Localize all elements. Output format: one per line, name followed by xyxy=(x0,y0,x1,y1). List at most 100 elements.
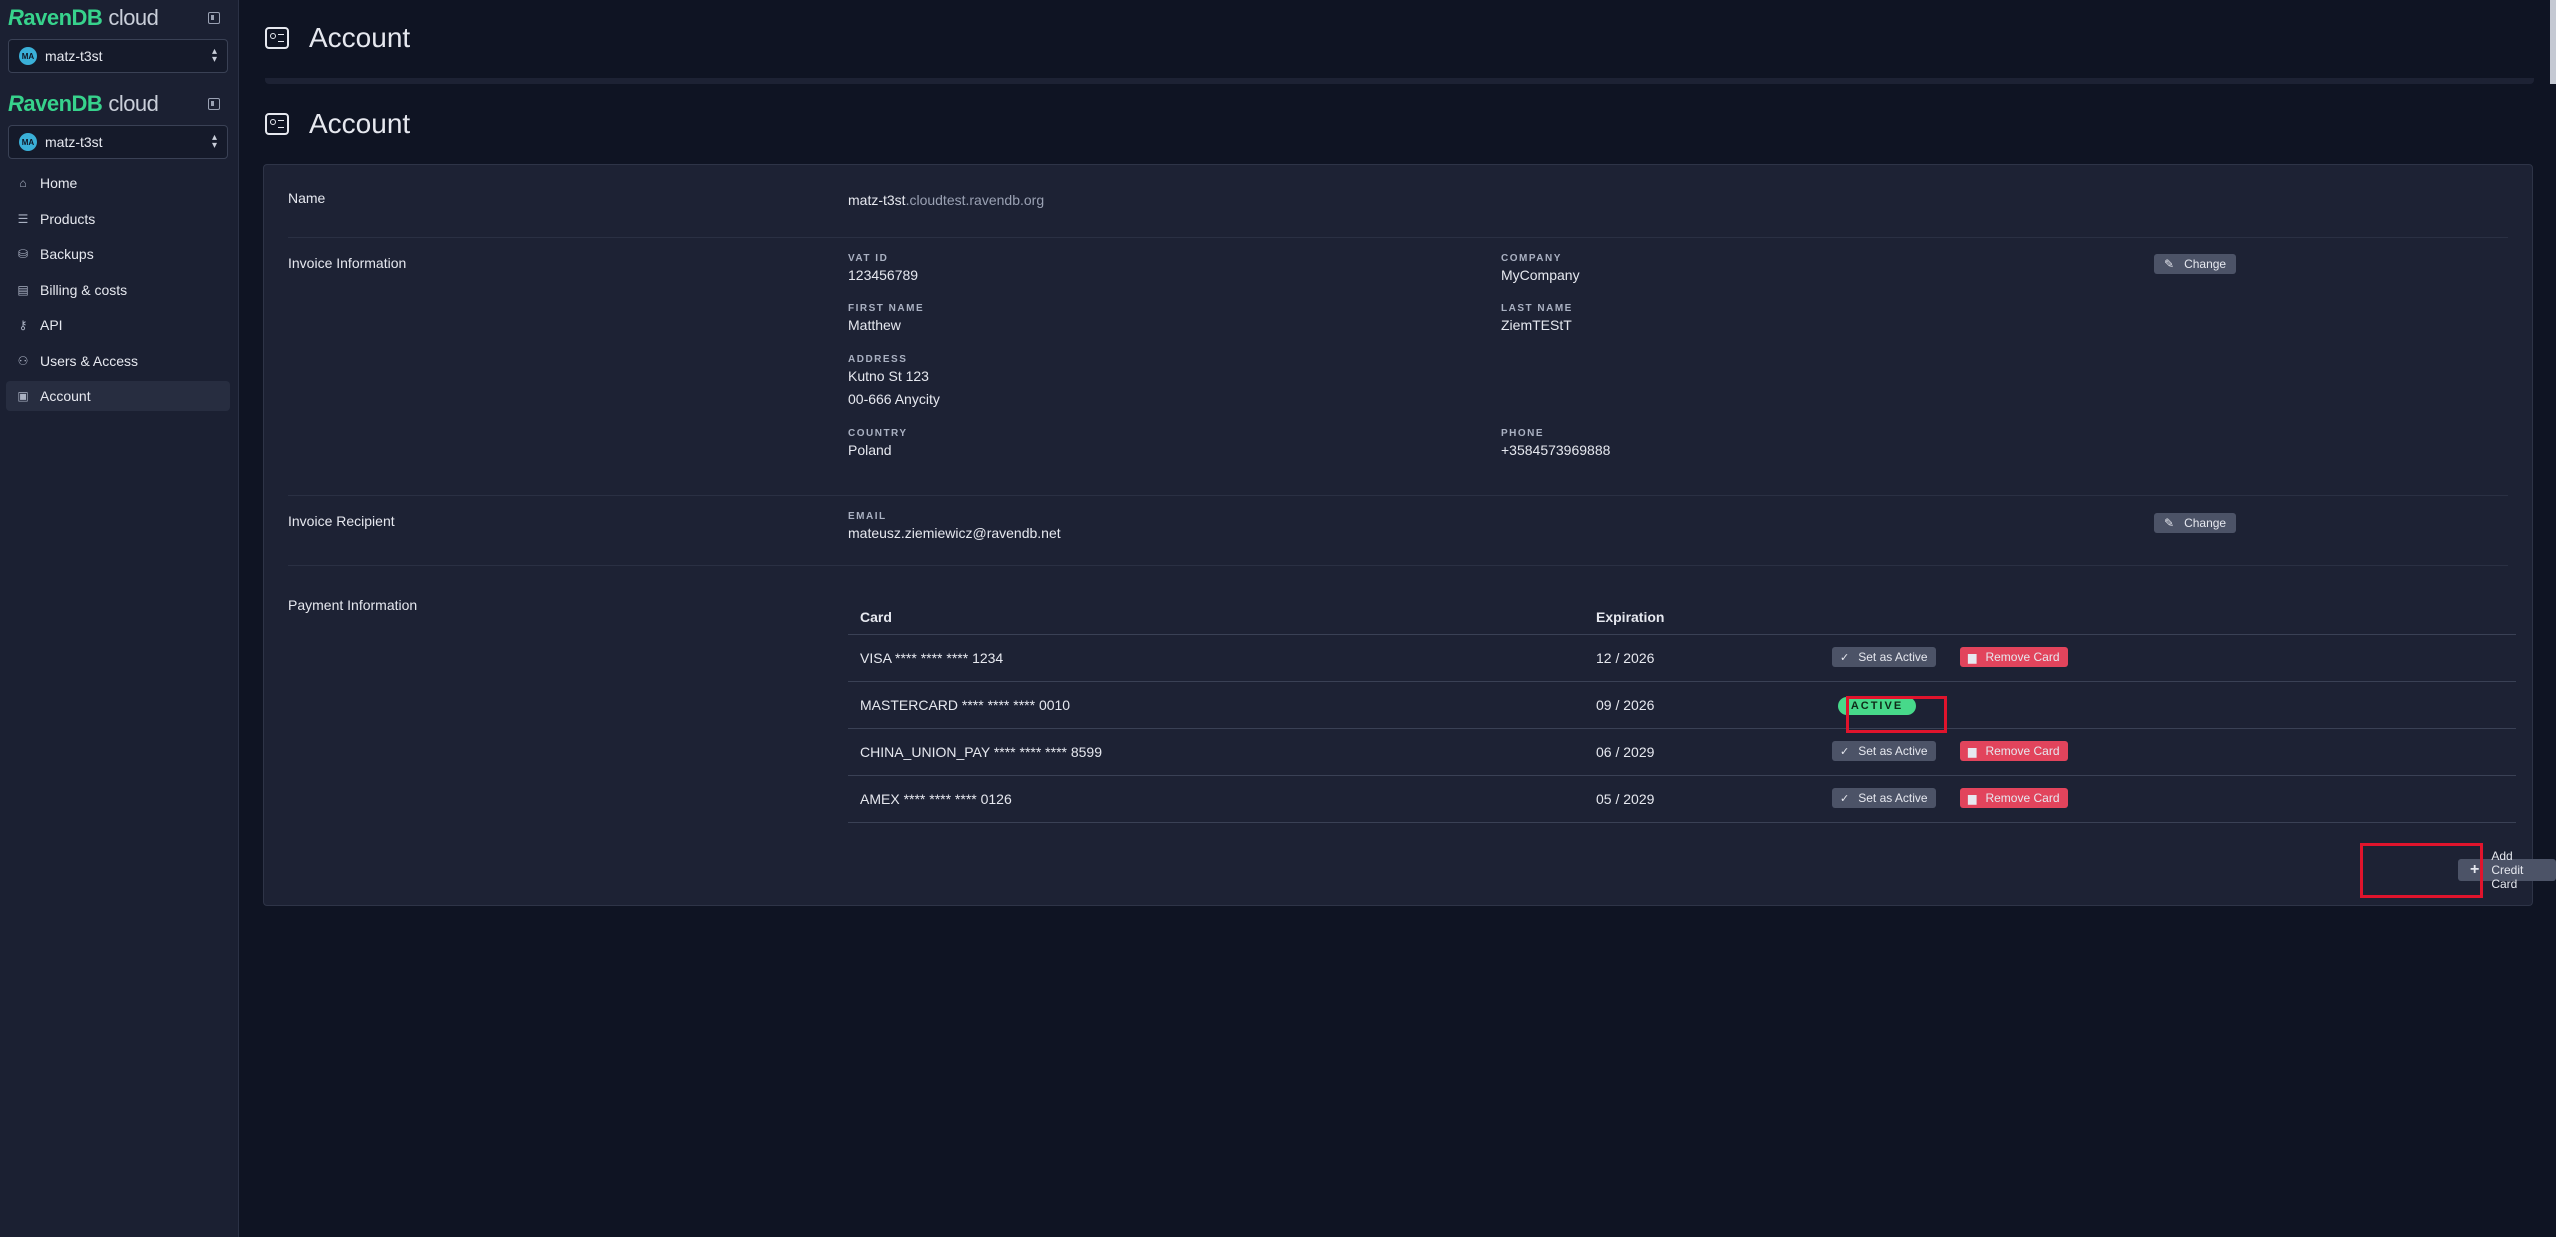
page-header: Account xyxy=(265,108,410,140)
id-card-icon xyxy=(265,113,289,135)
email-field: EMAIL mateusz.ziemiewicz@ravendb.net xyxy=(848,511,1061,545)
sidebar-item-label: Account xyxy=(40,388,91,404)
sidebar-collapse-icon[interactable] xyxy=(208,12,220,24)
sidebar-item-label: API xyxy=(40,317,63,333)
set-as-active-button[interactable]: ✓ Set as Active xyxy=(1832,647,1936,667)
organization-select[interactable]: MA matz-t3st ▴ ▾ xyxy=(8,125,228,159)
card-number: AMEX **** **** **** 0126 xyxy=(860,791,1012,807)
last-name-field: LAST NAME ZiemTEStT xyxy=(1501,303,1573,337)
brand-logo[interactable]: RavenDB cloud xyxy=(8,91,159,117)
brand-logo[interactable]: RavenDB cloud xyxy=(8,5,159,31)
name-label: Name xyxy=(288,190,326,206)
sidebar-item-label: Home xyxy=(40,175,78,191)
sort-arrows-icon: ▴ ▾ xyxy=(211,46,217,65)
database-icon: ☰ xyxy=(17,211,29,226)
add-card-highlight xyxy=(2360,843,2483,898)
sidebar-nav: ⌂ Home ☰ Products ⛁ Backups ▤ Billing & costs ⚷ A… xyxy=(6,168,230,417)
logo-ravendb: avenDB xyxy=(23,91,103,116)
home-icon: ⌂ xyxy=(19,176,27,190)
set-as-active-button[interactable]: ✓ Set as Active xyxy=(1832,788,1936,808)
change-recipient-button[interactable]: ✎ Change xyxy=(2154,513,2237,533)
set-as-active-label: Set as Active xyxy=(1858,744,1928,758)
table-bottom-border xyxy=(848,822,2516,823)
logo-r: R xyxy=(8,5,24,30)
first-name-label: FIRST NAME xyxy=(848,303,925,314)
active-badge-highlight xyxy=(1846,696,1947,733)
table-row: MASTERCARD **** **** **** 0010 09 / 2026 A… xyxy=(848,681,2516,729)
sidebar-item-label: Products xyxy=(40,210,96,227)
card-expiration: 05 / 2029 xyxy=(1596,791,1655,807)
divider xyxy=(288,565,2508,566)
trash-icon: ▆ xyxy=(1968,792,1977,805)
change-label: Change xyxy=(2184,257,2227,271)
change-invoice-button[interactable]: ✎ Change xyxy=(2154,254,2237,274)
email-value: mateusz.ziemiewicz@ravendb.net xyxy=(848,525,1061,541)
phone-label: PHONE xyxy=(1501,428,1545,439)
country-value: Poland xyxy=(848,442,892,458)
divider xyxy=(288,495,2508,496)
set-as-active-button[interactable]: ✓ Set as Active xyxy=(1832,741,1936,761)
org-name: matz-t3st xyxy=(45,134,103,150)
remove-card-button[interactable]: ▆ Remove Card xyxy=(1960,647,2068,667)
sidebar-item-backups[interactable]: ⛁ Backups xyxy=(6,239,230,269)
account-domain: matz-t3st.cloudtest.ravendb.org xyxy=(848,192,1044,208)
address-line-1: Kutno St 123 xyxy=(848,368,929,384)
id-card-icon xyxy=(265,27,289,49)
address-field: ADDRESS Kutno St 123 00-666 Anycity xyxy=(848,354,940,411)
top-panel-edge xyxy=(265,78,2534,84)
remove-card-label: Remove Card xyxy=(1985,650,2060,664)
set-as-active-label: Set as Active xyxy=(1858,791,1928,805)
org-name: matz-t3st xyxy=(45,48,103,64)
company-field: COMPANY MyCompany xyxy=(1501,253,1580,287)
first-name-value: Matthew xyxy=(848,317,901,333)
sidebar-item-users-access[interactable]: ⚇ Users & Access xyxy=(6,346,230,376)
table-row: CHINA_UNION_PAY **** **** **** 8599 06 / … xyxy=(848,728,2516,776)
id-card-icon: ▣ xyxy=(17,389,29,403)
page-title: Account xyxy=(309,22,411,53)
page-header: Account xyxy=(265,22,410,54)
table-row: VISA **** **** **** 1234 12 / 2026 ✓ Set as… xyxy=(848,634,2516,682)
divider xyxy=(288,237,2508,238)
sidebar-item-label: Users & Access xyxy=(40,352,139,369)
trash-icon: ▆ xyxy=(1968,651,1977,664)
users-icon: ⚇ xyxy=(17,353,29,368)
card-expiration: 12 / 2026 xyxy=(1596,650,1655,666)
sidebar-item-products[interactable]: ☰ Products xyxy=(6,204,230,234)
domain-suffix: .cloudtest.ravendb.org xyxy=(905,192,1045,208)
country-label: COUNTRY xyxy=(848,428,908,439)
country-field: COUNTRY Poland xyxy=(848,428,908,462)
add-credit-card-label: Add Credit Card xyxy=(2491,849,2524,891)
logo-r: R xyxy=(8,91,24,116)
last-name-label: LAST NAME xyxy=(1501,303,1573,314)
sort-arrows-icon: ▴ ▾ xyxy=(211,132,217,151)
logo-cloud: cloud xyxy=(108,91,159,116)
remove-card-button[interactable]: ▆ Remove Card xyxy=(1960,741,2068,761)
check-icon: ✓ xyxy=(1840,745,1850,758)
organization-select[interactable]: MA matz-t3st ▴ ▾ xyxy=(8,39,228,73)
sidebar-item-billing-costs[interactable]: ▤ Billing & costs xyxy=(6,275,230,305)
sidebar: RavenDB cloud MA matz-t3st ▴ ▾ RavenDB clou… xyxy=(0,0,239,1237)
company-label: COMPANY xyxy=(1501,253,1562,264)
sidebar-item-home[interactable]: ⌂ Home xyxy=(6,168,230,198)
remove-card-button[interactable]: ▆ Remove Card xyxy=(1960,788,2068,808)
main-content: Account Account Name matz-t3st.cloudtest… xyxy=(239,0,2556,1237)
sidebar-item-api[interactable]: ⚷ API xyxy=(6,310,230,340)
address-line-2: 00-666 Anycity xyxy=(848,391,940,407)
phone-value: +3584573969888 xyxy=(1501,442,1611,458)
invoice-recipient-label: Invoice Recipient xyxy=(288,513,395,529)
col-card-header: Card xyxy=(860,609,892,625)
vat-value: 123456789 xyxy=(848,267,919,283)
account-panel: Name matz-t3st.cloudtest.ravendb.org Inv… xyxy=(263,164,2533,906)
remove-card-label: Remove Card xyxy=(1985,744,2060,758)
change-label: Change xyxy=(2184,516,2227,530)
card-expiration: 06 / 2029 xyxy=(1596,744,1655,760)
org-avatar: MA xyxy=(19,47,37,65)
scrollbar-thumb[interactable] xyxy=(2550,0,2556,84)
trash-icon: ▆ xyxy=(1968,745,1977,758)
check-icon: ✓ xyxy=(1840,651,1850,664)
sidebar-item-account[interactable]: ▣ Account xyxy=(6,381,230,411)
sidebar-collapse-icon[interactable] xyxy=(208,98,220,110)
key-icon: ⚷ xyxy=(18,318,28,332)
backup-icon: ⛁ xyxy=(17,247,29,261)
payment-information-label: Payment Information xyxy=(288,597,418,613)
